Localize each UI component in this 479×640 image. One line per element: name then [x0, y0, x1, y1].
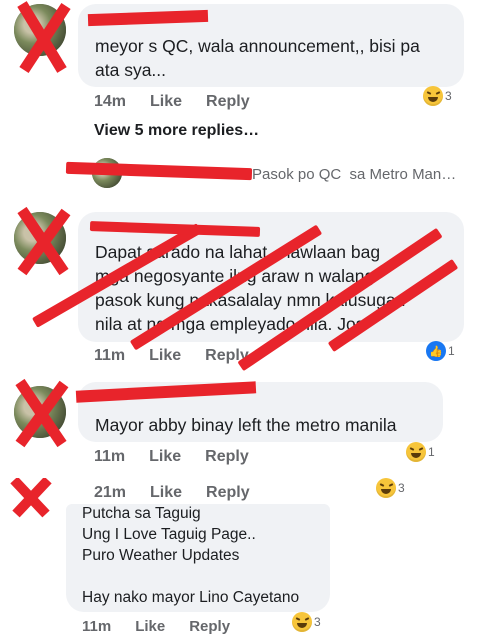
reaction-count: 3	[314, 615, 321, 629]
like-button[interactable]: Like	[149, 448, 181, 465]
comment-time: 14m	[94, 93, 127, 110]
haha-reaction-icon	[423, 86, 443, 106]
comment-time: 11m	[94, 347, 126, 364]
reply-button[interactable]: Reply	[206, 93, 250, 110]
haha-reaction-icon	[406, 442, 426, 462]
like-button[interactable]: Like	[135, 618, 165, 635]
reaction-count: 1	[448, 344, 455, 358]
reply-button[interactable]: Reply	[205, 448, 249, 465]
comment-actions: 11m Like Reply	[82, 618, 254, 635]
reaction-summary[interactable]: 3	[423, 86, 452, 106]
comment-text: meyor s QC, wala announcement,, bisi pa …	[95, 36, 420, 80]
like-button[interactable]: Like	[150, 93, 182, 110]
comment-actions: 14m Like Reply	[94, 93, 274, 111]
reaction-summary[interactable]: 3	[376, 478, 405, 498]
reply-button[interactable]: Reply	[206, 484, 250, 501]
comment-text: Mayor abby binay left the metro manila	[95, 415, 397, 435]
comment-time: 11m	[94, 448, 126, 465]
redaction-x-icon	[15, 378, 69, 448]
redaction-x-icon	[17, 1, 71, 74]
view-more-replies-link[interactable]: View 5 more replies…	[94, 122, 259, 140]
haha-reaction-icon	[292, 612, 312, 632]
comment-time: 11m	[82, 618, 112, 635]
haha-reaction-icon	[376, 478, 396, 498]
comment-time: 21m	[94, 484, 127, 501]
like-reaction-icon: 👍	[426, 341, 446, 361]
reply-preview-text[interactable]: Pasok po QC sa Metro Man…	[252, 166, 456, 183]
reaction-count: 3	[398, 481, 405, 495]
reaction-summary[interactable]: 1	[406, 442, 435, 462]
comment-actions: 11m Like Reply	[94, 448, 273, 466]
reaction-count: 1	[428, 445, 435, 459]
reaction-summary[interactable]: 3	[292, 612, 321, 632]
redaction-x-icon	[17, 206, 71, 276]
comment-actions: 21m Like Reply	[94, 484, 274, 502]
reaction-summary[interactable]: 👍 1	[426, 341, 455, 361]
like-button[interactable]: Like	[149, 347, 181, 364]
comment-text: Putcha sa Taguig Ung I Love Taguig Page.…	[82, 505, 300, 606]
reply-button[interactable]: Reply	[189, 618, 230, 635]
redaction-x-icon	[10, 478, 52, 518]
like-button[interactable]: Like	[150, 484, 182, 501]
reaction-count: 3	[445, 89, 452, 103]
